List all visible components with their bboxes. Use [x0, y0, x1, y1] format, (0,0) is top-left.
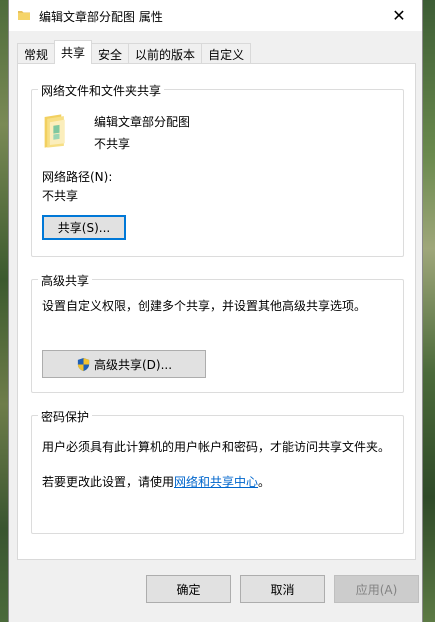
password-protection-group-label: 密码保护 — [38, 408, 93, 425]
share-button[interactable]: 共享(S)... — [42, 215, 126, 240]
uac-shield-icon — [77, 357, 90, 371]
ok-button[interactable]: 确定 — [146, 575, 231, 603]
tab-strip: 常规 共享 安全 以前的版本 自定义 — [17, 40, 252, 64]
advanced-sharing-description: 设置自定义权限，创建多个共享，并设置其他高级共享选项。 — [42, 299, 367, 313]
tab-sharing[interactable]: 共享 — [54, 40, 93, 64]
password-protection-change-text: 若要更改此设置，请使用网络和共享中心。 — [42, 473, 270, 490]
network-path-label: 网络路径(N): — [42, 170, 113, 184]
close-button[interactable]: ✕ — [376, 0, 422, 31]
desktop-background-left — [0, 0, 8, 622]
network-sharing-group-label: 网络文件和文件夹共享 — [38, 82, 165, 99]
advanced-sharing-group-label: 高级共享 — [38, 272, 93, 289]
password-protection-description: 用户必须具有此计算机的用户帐户和密码，才能访问共享文件夹。 — [42, 440, 391, 454]
tab-customize[interactable]: 自定义 — [201, 43, 252, 64]
network-path-value: 不共享 — [42, 189, 79, 203]
cancel-button[interactable]: 取消 — [240, 575, 325, 603]
folder-share-status: 不共享 — [94, 137, 131, 151]
folder-name: 编辑文章部分配图 — [94, 115, 191, 129]
apply-button[interactable]: 应用(A) — [334, 575, 419, 603]
change-setting-prefix: 若要更改此设置，请使用 — [42, 475, 175, 489]
password-protection-group: 密码保护 用户必须具有此计算机的用户帐户和密码，才能访问共享文件夹。 若要更改此… — [31, 408, 404, 534]
close-icon: ✕ — [392, 6, 406, 25]
window-title: 编辑文章部分配图 属性 — [39, 10, 163, 24]
tab-security[interactable]: 安全 — [91, 43, 130, 64]
shared-folder-icon — [44, 114, 65, 148]
tab-general[interactable]: 常规 — [17, 43, 56, 64]
properties-window: 编辑文章部分配图 属性 ✕ 常规 共享 安全 以前的版本 自定义 网络文件和文件… — [8, 0, 423, 622]
change-setting-suffix: 。 — [258, 475, 271, 489]
desktop-background-right — [423, 0, 435, 622]
folder-icon — [18, 11, 30, 20]
network-sharing-center-link[interactable]: 网络和共享中心 — [174, 475, 258, 489]
title-bar[interactable]: 编辑文章部分配图 属性 ✕ — [9, 0, 422, 31]
tab-previous-versions[interactable]: 以前的版本 — [128, 43, 203, 64]
advanced-sharing-group: 高级共享 设置自定义权限，创建多个共享，并设置其他高级共享选项。 高级共享(D)… — [31, 272, 404, 393]
advanced-sharing-button[interactable]: 高级共享(D)... — [42, 350, 206, 378]
sharing-tab-panel: 网络文件和文件夹共享 编辑文章部分配图 不共享 网络路径(N): 不共享 共享(… — [17, 63, 416, 560]
network-sharing-group: 网络文件和文件夹共享 编辑文章部分配图 不共享 网络路径(N): 不共享 共享(… — [31, 82, 404, 257]
